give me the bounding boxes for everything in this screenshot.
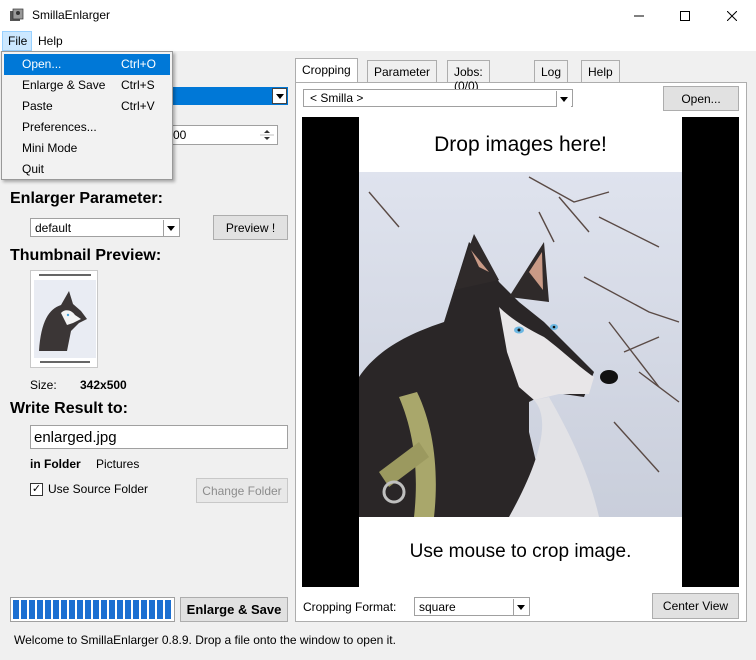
status-bar-text: Welcome to SmillaEnlarger 0.8.9. Drop a … (14, 633, 396, 647)
progress-segment (61, 600, 67, 619)
menu-help[interactable]: Help (32, 31, 69, 51)
cropping-preset-select[interactable]: < Smilla > (303, 89, 573, 107)
menu-file[interactable]: File (2, 31, 32, 51)
menu-item-preferences[interactable]: Preferences... (4, 117, 170, 138)
cropping-format-select[interactable]: square (414, 597, 530, 616)
menu-item-mini-mode[interactable]: Mini Mode (4, 138, 170, 159)
progress-segment (93, 600, 99, 619)
chevron-down-icon (163, 220, 178, 236)
menu-bar (0, 31, 756, 51)
close-button[interactable] (709, 0, 755, 31)
progress-segment (13, 600, 19, 619)
progress-segment (21, 600, 27, 619)
menu-item-enlarge-save[interactable]: Enlarge & Save Ctrl+S (4, 75, 170, 96)
close-icon (727, 10, 737, 21)
cropping-format-value: square (419, 600, 456, 614)
progress-segment (69, 600, 75, 619)
menu-item-paste[interactable]: Paste Ctrl+V (4, 96, 170, 117)
progress-segment (101, 600, 107, 619)
progress-segment (125, 600, 131, 619)
cropping-preset-value: < Smilla > (310, 91, 364, 105)
maximize-button[interactable] (662, 0, 708, 31)
size-value: 342x500 (80, 378, 127, 392)
change-folder-button[interactable]: Change Folder (196, 478, 288, 503)
file-menu-dropdown: Open... Ctrl+O Enlarge & Save Ctrl+S Pas… (1, 51, 173, 180)
crop-hint-text: Use mouse to crop image. (359, 517, 682, 587)
chevron-down-icon (556, 91, 571, 107)
tab-jobs[interactable]: Jobs: (0/0) (447, 60, 490, 93)
parameter-preset-select[interactable]: default (30, 218, 180, 237)
menu-item-open[interactable]: Open... Ctrl+O (4, 54, 170, 75)
drop-images-text: Drop images here! (359, 117, 682, 172)
maximize-icon (680, 10, 690, 21)
enlarger-parameter-title: Enlarger Parameter: (10, 190, 163, 207)
progress-segment (117, 600, 123, 619)
open-button[interactable]: Open... (663, 86, 739, 111)
use-source-folder-label[interactable]: Use Source Folder (48, 482, 148, 496)
menu-item-quit[interactable]: Quit (4, 159, 170, 180)
minimize-icon (634, 15, 644, 16)
size-label: Size: (30, 378, 57, 392)
preview-button[interactable]: Preview ! (213, 215, 288, 240)
center-view-button[interactable]: Center View (652, 593, 739, 619)
progress-segment (85, 600, 91, 619)
folder-name: Pictures (96, 457, 140, 471)
chevron-down-icon (513, 599, 528, 615)
progress-segment (157, 600, 163, 619)
write-result-title: Write Result to: (10, 400, 128, 417)
husky-photo[interactable] (359, 172, 682, 517)
source-selector[interactable] (170, 87, 288, 105)
progress-segment (29, 600, 35, 619)
chevron-down-icon (272, 88, 287, 104)
tab-cropping[interactable]: Cropping (295, 58, 358, 82)
progress-segment (149, 600, 155, 619)
progress-segment (45, 600, 51, 619)
window-title: SmillaEnlarger (32, 8, 111, 22)
cropping-format-label: Cropping Format: (303, 600, 397, 614)
progress-segment (109, 600, 115, 619)
thumbnail-preview (30, 270, 98, 368)
thumbnail-title: Thumbnail Preview: (10, 247, 162, 264)
use-source-folder-checkbox[interactable]: ✓ (30, 483, 43, 496)
parameter-preset-value: default (35, 221, 72, 235)
progress-segment (77, 600, 83, 619)
output-filename-input[interactable]: enlarged.jpg (30, 425, 288, 449)
progress-bar (10, 597, 175, 622)
spinbox-stepper[interactable] (258, 126, 276, 144)
tab-help[interactable]: Help (581, 60, 620, 82)
app-icon (9, 8, 25, 24)
tab-parameter[interactable]: Parameter (367, 60, 438, 82)
tab-log[interactable]: Log (534, 60, 569, 82)
minimize-button[interactable] (616, 0, 662, 31)
in-folder-label: in Folder (30, 457, 81, 471)
enlarge-save-button[interactable]: Enlarge & Save (180, 597, 288, 622)
progress-segment (141, 600, 147, 619)
progress-segment (133, 600, 139, 619)
progress-segment (37, 600, 43, 619)
progress-segment (53, 600, 59, 619)
progress-segment (165, 600, 171, 619)
